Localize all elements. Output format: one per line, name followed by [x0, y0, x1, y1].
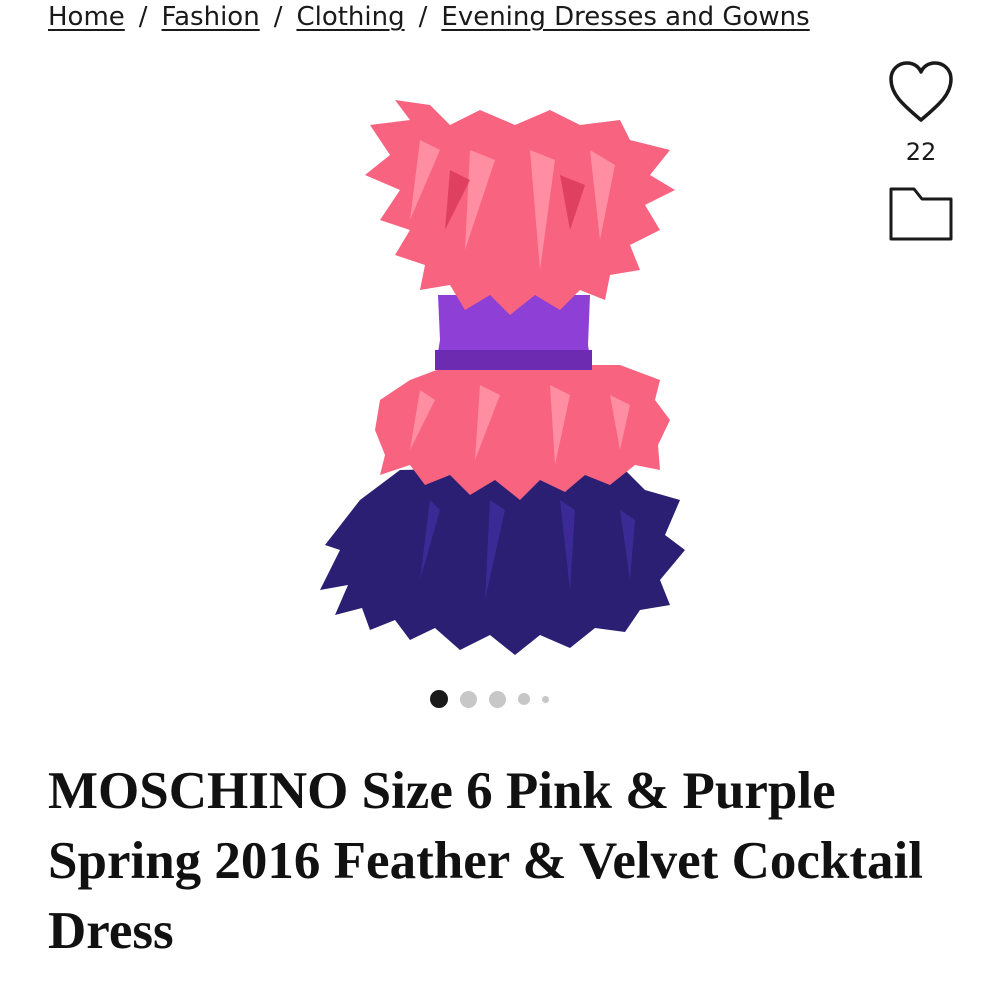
carousel-dot[interactable]	[518, 693, 530, 705]
product-page: Home / Fashion / Clothing / Evening Dres…	[0, 0, 1000, 1000]
breadcrumb-separator: /	[418, 2, 428, 32]
carousel-dot[interactable]	[489, 690, 506, 708]
breadcrumb-separator: /	[273, 2, 283, 32]
carousel-dot[interactable]	[460, 690, 477, 708]
product-title: MOSCHINO Size 6 Pink & Purple Spring 201…	[48, 762, 923, 960]
carousel-dot[interactable]	[430, 690, 448, 708]
favorite-count: 22	[905, 138, 937, 166]
pink-upper-feathers	[365, 100, 675, 315]
breadcrumb-separator: /	[138, 2, 148, 32]
breadcrumb-home[interactable]: Home	[48, 0, 125, 34]
folder-icon[interactable]	[888, 184, 954, 244]
breadcrumb-fashion[interactable]: Fashion	[162, 0, 260, 34]
product-image[interactable]	[300, 80, 700, 660]
heart-icon[interactable]	[888, 60, 954, 124]
carousel-dot[interactable]	[542, 695, 549, 703]
breadcrumb: Home / Fashion / Clothing / Evening Dres…	[48, 0, 810, 34]
velvet-waistband	[435, 350, 592, 370]
breadcrumb-clothing[interactable]: Clothing	[296, 0, 404, 34]
product-actions: 22	[880, 60, 962, 244]
carousel-dots	[430, 690, 549, 708]
breadcrumb-evening-dresses[interactable]: Evening Dresses and Gowns	[441, 0, 809, 34]
